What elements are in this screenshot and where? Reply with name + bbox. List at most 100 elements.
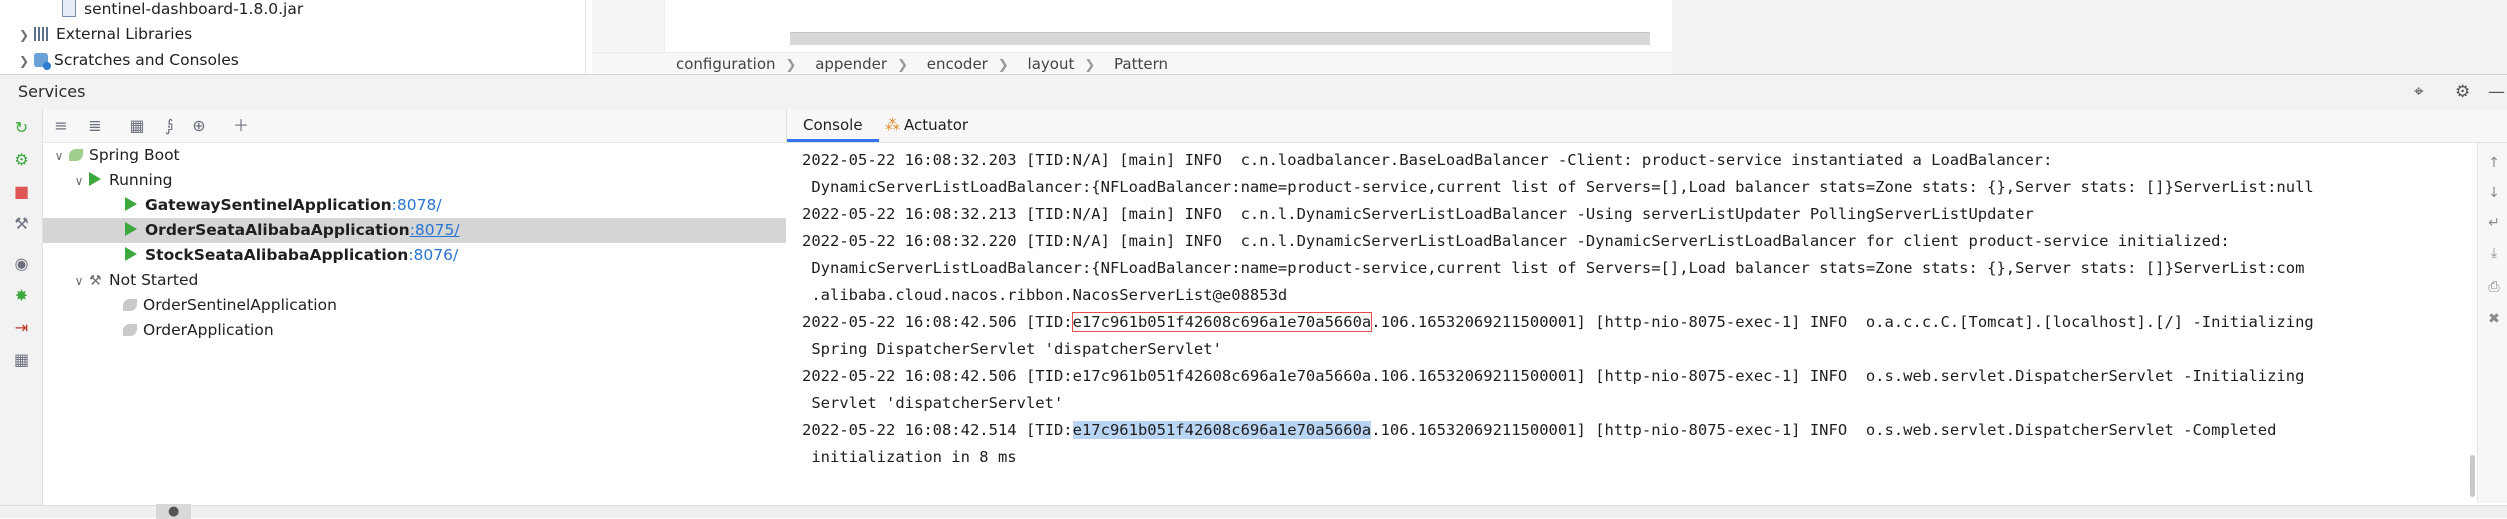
service-order-application[interactable]: OrderApplication (43, 318, 786, 343)
add-service-icon[interactable]: ＋ (231, 116, 251, 136)
project-tree-item-external-libraries[interactable]: ❯ External Libraries (14, 22, 192, 46)
soft-wrap-icon[interactable]: ↵ (2486, 215, 2502, 231)
minimize-icon[interactable]: — (2488, 82, 2505, 102)
scroll-to-end-icon[interactable]: ⤓ (2486, 245, 2502, 261)
service-port-link[interactable]: :8075/ (410, 221, 460, 239)
collapse-all-icon[interactable]: ≣ (85, 116, 105, 136)
console-line: 2022-05-22 16:08:32.203 [TID:N/A] [main]… (802, 151, 2053, 169)
project-tree-item-label: External Libraries (56, 25, 193, 43)
console-tabs: Console ⁂ Actuator (786, 109, 2507, 143)
spring-boot-icon (123, 299, 137, 311)
log-suffix: .106.16532069211500001] [http-nio-8075-e… (1371, 367, 2305, 385)
editor-horizontal-scrollbar[interactable] (790, 32, 1650, 45)
services-toolbar: ≡ ≣ ▦ ⨒ ⊕ ＋ (43, 109, 786, 143)
target-icon[interactable]: ⌖ (2414, 82, 2424, 102)
tab-label: Console (803, 116, 863, 134)
tab-label: Actuator (904, 116, 969, 134)
console-line: 2022-05-22 16:08:42.514 [TID:e17c961b051… (802, 417, 2276, 444)
service-stock-seata[interactable]: StockSeataAlibabaApplication:8076/ (43, 243, 786, 268)
log-prefix: 2022-05-22 16:08:42.514 [TID: (802, 421, 1073, 439)
service-order-seata[interactable]: OrderSeataAlibabaApplication:8075/ (43, 218, 786, 243)
console-line: .alibaba.cloud.nacos.ribbon.NacosServerL… (802, 286, 1288, 304)
editor-gutter (592, 0, 665, 52)
project-tree-item-label: Scratches and Consoles (54, 51, 239, 69)
debug-icon[interactable]: ⚙ (13, 151, 30, 168)
scratches-icon (34, 53, 51, 70)
project-tree-item-label: sentinel-dashboard-1.8.0.jar (84, 0, 304, 18)
tree-node-spring-boot[interactable]: ∨ Spring Boot (43, 143, 786, 168)
service-name: OrderSentinelApplication (143, 296, 337, 314)
tree-node-label: Spring Boot (89, 146, 180, 164)
console-line: Servlet 'dispatcherServlet' (802, 394, 1064, 412)
console-line: 2022-05-22 16:08:42.506 [TID:e17c961b051… (802, 309, 2314, 336)
breadcrumb-item[interactable]: Pattern (1114, 55, 1168, 73)
trace-id: e17c961b051f42608c696a1e70a5660a (1072, 367, 1372, 385)
exit-icon[interactable]: ⇥ (13, 319, 30, 336)
service-gateway-sentinel[interactable]: GatewaySentinelApplication:8078/ (43, 193, 786, 218)
tree-node-label: Not Started (109, 271, 199, 289)
camera-icon[interactable]: ◉ (13, 255, 30, 272)
chevron-right-icon: ❯ (997, 58, 1009, 73)
tree-node-not-started[interactable]: ∨ ⚒ Not Started (43, 268, 786, 293)
breadcrumb: configuration ❯ appender ❯ encoder ❯ layout… (592, 52, 1672, 75)
editor-empty-area (1672, 0, 2507, 74)
stop-icon[interactable]: ■ (13, 183, 30, 200)
service-name: OrderApplication (143, 321, 274, 339)
arrow-up-icon[interactable]: ↑ (2486, 155, 2502, 171)
console-action-strip: ↑ ↓ ↵ ⤓ ⎙ ✖ (2477, 143, 2507, 503)
services-tree: ∨ Spring Boot ∨ Running GatewaySentinelApp… (43, 143, 786, 513)
gear-icon[interactable]: ⚙ (2455, 82, 2470, 102)
layout-icon[interactable]: ▦ (13, 351, 30, 368)
service-port-link[interactable]: :8076/ (408, 246, 458, 264)
chevron-down-icon[interactable]: ∨ (49, 144, 69, 169)
run-icon (125, 197, 137, 211)
log-prefix: 2022-05-22 16:08:42.506 [TID: (802, 313, 1073, 331)
console-line: initialization in 8 ms (802, 448, 1017, 466)
chevron-right-icon: ❯ (1084, 58, 1096, 73)
trace-id-selected: e17c961b051f42608c696a1e70a5660a (1072, 421, 1372, 439)
log-prefix: 2022-05-22 16:08:42.506 [TID: (802, 367, 1073, 385)
console-output[interactable]: 2022-05-22 16:08:32.203 [TID:N/A] [main]… (787, 143, 2477, 503)
filter-icon[interactable]: ⨒ (159, 116, 179, 136)
trash-icon[interactable]: ✖ (2486, 311, 2502, 327)
log-suffix: .106.16532069211500001] [http-nio-8075-e… (1371, 313, 2314, 331)
run-icon (89, 172, 101, 186)
services-action-strip: ↻ ⚙ ■ ⚒ ◉ ✸ ⇥ ▦ (0, 109, 43, 509)
breadcrumb-item[interactable]: encoder (927, 55, 988, 73)
chevron-down-icon[interactable]: ∨ (69, 269, 89, 294)
rerun-icon[interactable]: ↻ (13, 119, 30, 136)
breadcrumb-item[interactable]: configuration (676, 55, 776, 73)
console-line: 2022-05-22 16:08:32.220 [TID:N/A] [main]… (802, 232, 2230, 250)
service-name: OrderSeataAlibabaApplication (145, 221, 410, 239)
project-tree: sentinel-dashboard-1.8.0.jar ❯ External L… (0, 0, 586, 74)
service-port-link[interactable]: :8078/ (392, 196, 442, 214)
tab-actuator[interactable]: ⁂ Actuator (875, 109, 978, 142)
new-tab-icon[interactable]: ⊕ (189, 116, 209, 136)
arrow-down-icon[interactable]: ↓ (2486, 185, 2502, 201)
group-by-icon[interactable]: ▦ (127, 116, 147, 136)
service-order-sentinel[interactable]: OrderSentinelApplication (43, 293, 786, 318)
breadcrumb-item[interactable]: appender (815, 55, 887, 73)
project-tree-item-jar[interactable]: sentinel-dashboard-1.8.0.jar (62, 0, 303, 21)
project-tree-item-scratches[interactable]: ❯ Scratches and Consoles (14, 48, 239, 72)
wrench-icon[interactable]: ⚒ (13, 215, 30, 232)
expand-all-icon[interactable]: ≡ (51, 116, 71, 136)
bug-icon[interactable]: ✸ (13, 287, 30, 304)
spring-boot-icon (69, 149, 83, 161)
tree-node-label: Running (109, 171, 173, 189)
print-icon[interactable]: ⎙ (2486, 279, 2502, 295)
chevron-right-icon[interactable]: ❯ (14, 23, 34, 47)
chevron-right-icon[interactable]: ❯ (14, 49, 34, 73)
bottom-tool-window-bar: ● (0, 504, 2507, 519)
chevron-right-icon: ❯ (897, 58, 908, 73)
tab-console[interactable]: Console (787, 109, 879, 142)
console-line: Spring DispatcherServlet 'dispatcherServ… (802, 340, 1222, 358)
console-scrollbar[interactable] (2470, 455, 2475, 497)
actuator-icon: ⁂ (885, 116, 900, 134)
service-name: StockSeataAlibabaApplication (145, 246, 409, 264)
chevron-down-icon[interactable]: ∨ (69, 169, 89, 194)
breadcrumb-item[interactable]: layout (1028, 55, 1075, 73)
service-name: GatewaySentinelApplication (145, 196, 392, 214)
tree-node-running[interactable]: ∨ Running (43, 168, 786, 193)
run-icon (125, 222, 137, 236)
